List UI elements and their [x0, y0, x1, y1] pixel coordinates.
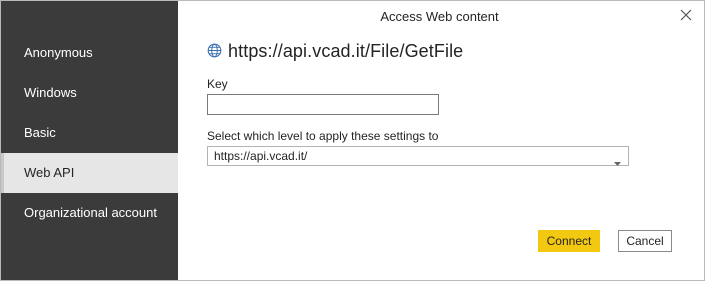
level-select[interactable]: https://api.vcad.it/ — [207, 146, 629, 166]
close-icon[interactable] — [677, 6, 695, 24]
chevron-down-icon — [614, 154, 621, 166]
dialog-title: Access Web content — [380, 9, 499, 24]
sidebar-item-basic[interactable]: Basic — [1, 113, 178, 153]
cancel-button[interactable]: Cancel — [618, 230, 672, 252]
access-web-content-dialog: Anonymous Windows Basic Web API Organiza… — [0, 0, 705, 281]
globe-icon — [207, 43, 222, 58]
connect-button[interactable]: Connect — [538, 230, 600, 252]
key-input[interactable] — [207, 94, 439, 115]
level-label: Select which level to apply these settin… — [207, 129, 439, 143]
auth-sidebar: Anonymous Windows Basic Web API Organiza… — [1, 1, 178, 280]
key-label: Key — [207, 77, 228, 91]
sidebar-item-windows[interactable]: Windows — [1, 73, 178, 113]
sidebar-item-organizational-account[interactable]: Organizational account — [1, 193, 178, 233]
url-text: https://api.vcad.it/File/GetFile — [228, 41, 464, 61]
sidebar-item-anonymous[interactable]: Anonymous — [1, 33, 178, 73]
level-select-value: https://api.vcad.it/ — [214, 149, 308, 163]
sidebar-item-web-api[interactable]: Web API — [1, 153, 178, 193]
